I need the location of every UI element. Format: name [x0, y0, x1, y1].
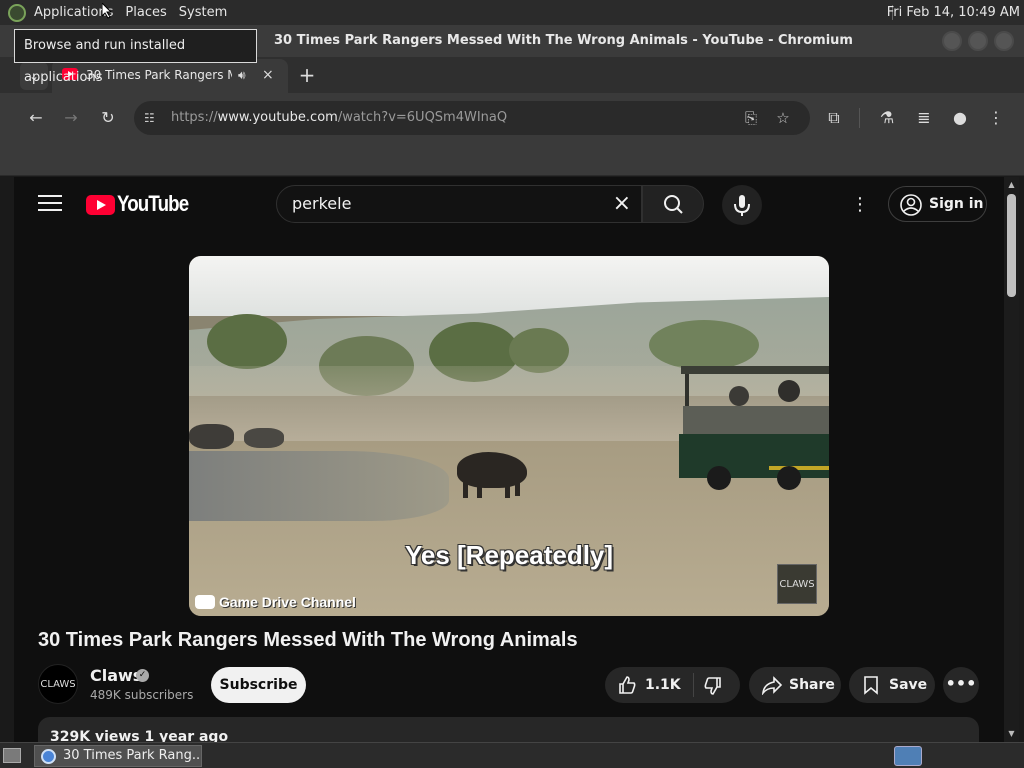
media-controls-icon[interactable]: ≣	[913, 107, 935, 129]
workspace-switcher-icon[interactable]	[894, 746, 922, 766]
window-title: 30 Times Park Rangers Messed With The Wr…	[274, 33, 853, 48]
youtube-wordmark[interactable]: YouTube	[117, 191, 189, 217]
toolbar-separator	[859, 108, 860, 128]
sign-in-button[interactable]: Sign in	[888, 186, 987, 222]
bookmark-star-icon[interactable]: ☆	[772, 107, 794, 129]
like-count: 1.1K	[645, 677, 681, 693]
speaker-icon[interactable]: 🔊︎	[238, 59, 246, 91]
video-frame-buffalo-herd	[189, 424, 234, 449]
channel-name[interactable]: Claws	[90, 666, 142, 685]
subscribe-button[interactable]: Subscribe	[211, 667, 306, 703]
more-actions-button[interactable]: •••	[943, 667, 979, 703]
view-count-and-date: 329K views 1 year ago	[50, 729, 229, 742]
clear-search-icon[interactable]: ×	[613, 186, 631, 222]
settings-kebab-icon[interactable]: ⋮	[850, 191, 870, 219]
back-arrow-icon[interactable]: ←	[25, 107, 47, 129]
new-tab-button[interactable]: +	[296, 62, 318, 90]
video-title: 30 Times Park Rangers Messed With The Wr…	[38, 629, 578, 651]
taskbar-item-label: 30 Times Park Rang...	[63, 748, 202, 763]
system-menu[interactable]: System	[173, 0, 233, 25]
url-path: /watch?v=6UQSm4WInaQ	[337, 110, 508, 125]
youtube-play-icon	[195, 595, 215, 609]
video-subtitle: Yes [Repeatedly]	[404, 540, 614, 570]
search-icon	[664, 195, 683, 214]
search-button[interactable]	[642, 185, 704, 223]
address-bar[interactable]: ☷ https://www.youtube.com/watch?v=6UQSm4…	[134, 101, 810, 135]
video-channel-watermark: Game Drive Channel	[195, 594, 356, 610]
places-menu[interactable]: Places	[119, 0, 172, 25]
video-frame-safari-truck	[679, 366, 829, 490]
video-player[interactable]: Yes [Repeatedly] Game Drive Channel CLAW…	[189, 256, 829, 616]
bookmarks-bar	[0, 143, 1024, 176]
like-divider	[693, 673, 694, 697]
share-button[interactable]: Share	[749, 667, 841, 703]
save-button[interactable]: Save	[849, 667, 935, 703]
taskbar-item-chromium[interactable]: 30 Times Park Rang...	[34, 745, 202, 767]
close-window-button[interactable]	[994, 31, 1014, 51]
video-frame-waterhole	[189, 451, 449, 521]
minimize-button[interactable]	[942, 31, 962, 51]
video-channel-watermark-text: Game Drive Channel	[219, 594, 356, 610]
description-box[interactable]: 329K views 1 year ago	[38, 717, 979, 742]
show-desktop-icon[interactable]	[3, 748, 21, 763]
voice-search-button[interactable]	[722, 185, 762, 225]
top-panel: Applications Places System Fri Feb 14, 1…	[0, 0, 1024, 25]
forward-arrow-icon[interactable]: →	[60, 107, 82, 129]
video-frame-buffalo-herd	[244, 428, 284, 448]
like-button[interactable]: 1.1K	[605, 667, 740, 703]
video-frame-buffalo	[457, 452, 527, 498]
scroll-up-icon[interactable]: ▲	[1007, 180, 1016, 189]
thumbs-down-icon[interactable]	[703, 676, 723, 696]
guide-menu-icon[interactable]	[38, 195, 62, 213]
chromium-icon	[41, 749, 56, 764]
channel-avatar[interactable]: CLAWS	[38, 664, 78, 704]
search-query[interactable]: perkele	[292, 186, 351, 222]
share-label: Share	[789, 677, 835, 693]
tooltip: Browse and run installed applications	[14, 29, 257, 85]
mouse-cursor-icon	[102, 3, 112, 19]
applications-logo-icon[interactable]	[8, 3, 26, 22]
save-label: Save	[889, 677, 928, 693]
taskbar: 30 Times Park Rang...	[0, 742, 1024, 768]
extensions-icon[interactable]: ⧉	[823, 107, 845, 129]
video-frame-tree	[207, 314, 287, 369]
thumbs-up-icon	[619, 676, 636, 694]
tab-title: 30 Times Park Rangers Messed With The Wr…	[86, 68, 232, 82]
subscriber-count: 489K subscribers	[90, 688, 194, 702]
youtube-logo-icon[interactable]	[86, 195, 115, 215]
bookmark-icon	[864, 676, 878, 695]
labs-flask-icon[interactable]: ⚗	[876, 107, 898, 129]
menu-kebab-icon[interactable]: ⋮	[985, 107, 1007, 129]
url-host: www.youtube.com	[217, 110, 338, 125]
search-input[interactable]: perkele ×	[276, 185, 642, 223]
clock[interactable]: Fri Feb 14, 10:49 AM	[887, 0, 1020, 25]
scrollbar-thumb[interactable]	[1007, 194, 1016, 297]
sign-in-label: Sign in	[929, 196, 984, 212]
account-circle-icon	[900, 194, 922, 216]
reload-icon[interactable]: ↻	[97, 107, 119, 129]
profile-icon[interactable]: ●	[949, 107, 971, 129]
more-horizontal-icon: •••	[945, 674, 977, 693]
page-viewport: YouTube perkele × ⋮ Sign in Yes [Repeate…	[14, 177, 1004, 742]
url-text[interactable]: https://www.youtube.com/watch?v=6UQSm4WI…	[171, 101, 507, 135]
video-frame-tree	[649, 320, 759, 370]
site-info-icon[interactable]: ☷	[144, 110, 160, 126]
install-app-icon[interactable]: ⎘	[740, 107, 762, 129]
share-arrow-icon	[761, 676, 783, 695]
url-scheme: https://	[171, 110, 218, 125]
microphone-icon	[734, 195, 750, 216]
maximize-button[interactable]	[968, 31, 988, 51]
video-logo-watermark: CLAWS	[777, 564, 817, 604]
tab-close-button[interactable]: ×	[262, 59, 274, 91]
scroll-down-icon[interactable]: ▼	[1007, 729, 1016, 738]
verified-check-icon: ✓	[136, 669, 149, 682]
page-scrollbar[interactable]: ▲ ▼	[1004, 177, 1019, 742]
